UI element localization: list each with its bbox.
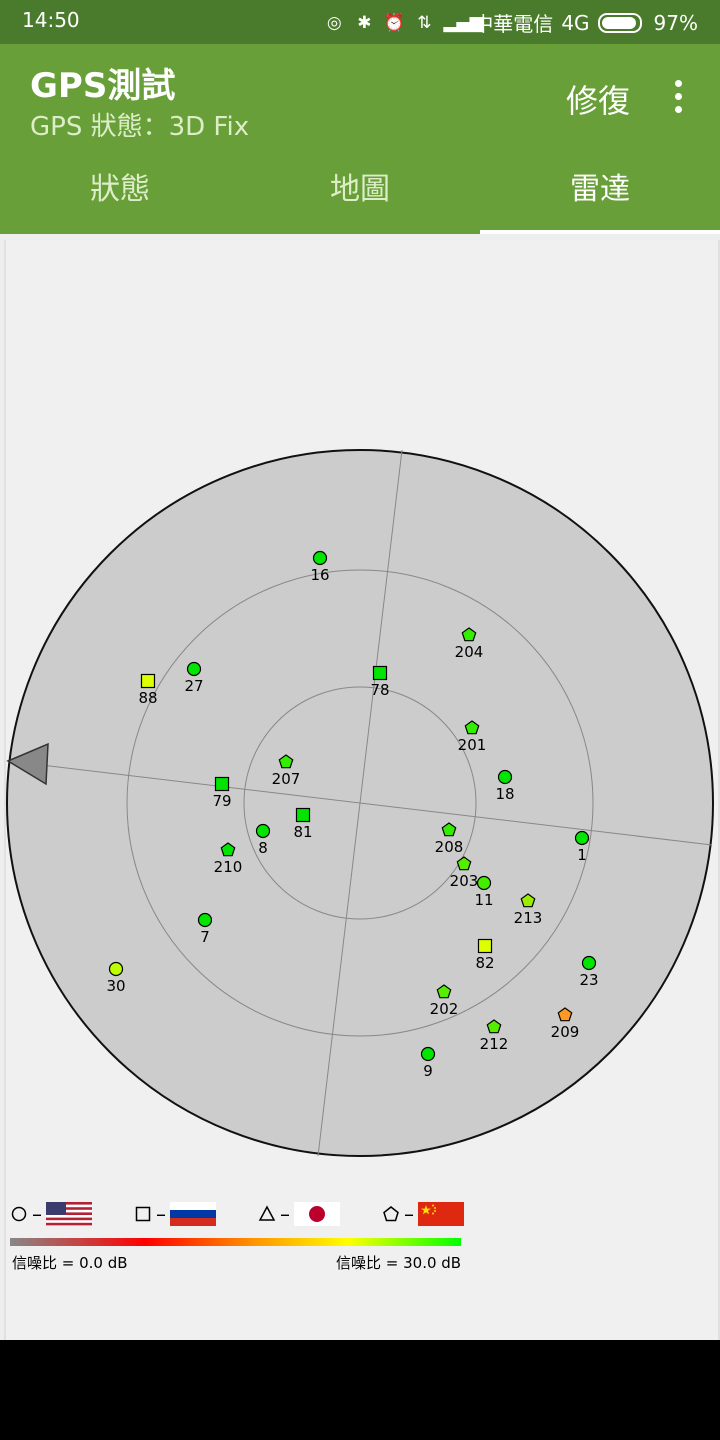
- snr-gradient-bar: [10, 1238, 461, 1246]
- satellite-marker: [295, 807, 311, 823]
- satellite-88: 88: [138, 673, 158, 707]
- satellite-label: 18: [495, 785, 514, 803]
- satellite-label: 213: [514, 909, 543, 927]
- satellite-label: 79: [212, 792, 231, 810]
- status-icons: ◎ ✱ ⏰ ⇅ ▂▄▆ 中華電信 4G 97%: [323, 8, 698, 37]
- satellite-79: 79: [212, 776, 232, 810]
- tab-map[interactable]: 地圖: [240, 146, 480, 234]
- signal-icon: ▂▄▆: [443, 12, 483, 33]
- satellite-81: 81: [293, 807, 313, 841]
- hotspot-icon: ◎: [326, 12, 342, 33]
- satellite-11: 11: [474, 875, 494, 909]
- satellite-marker: [197, 912, 213, 928]
- satellite-marker: [108, 961, 124, 977]
- app-bar: GPS測試 GPS 狀態：3D Fix 修復 狀態 地圖 雷達: [0, 44, 720, 234]
- satellite-30: 30: [106, 961, 126, 995]
- legend-dash: –: [404, 1202, 414, 1226]
- satellite-label: 8: [258, 839, 268, 857]
- app-title: GPS測試: [30, 66, 176, 106]
- satellite-23: 23: [579, 955, 599, 989]
- satellite-label: 11: [474, 891, 493, 909]
- satellite-label: 16: [310, 566, 329, 584]
- satellite-label: 7: [200, 928, 210, 946]
- satellite-marker: [477, 938, 493, 954]
- satellite-label: 207: [272, 770, 301, 788]
- gps-status-subtitle: GPS 狀態：3D Fix: [30, 112, 250, 142]
- tab-bar: 狀態 地圖 雷達: [0, 146, 720, 234]
- satellite-label: 212: [480, 1035, 509, 1053]
- japan-flag-icon: [294, 1202, 340, 1226]
- legend-glonass: –: [134, 1194, 216, 1234]
- status-bar: 14:50 ◎ ✱ ⏰ ⇅ ▂▄▆ 中華電信 4G 97%: [0, 0, 720, 44]
- satellite-82: 82: [475, 938, 495, 972]
- overflow-menu-icon[interactable]: [660, 74, 696, 118]
- status-time: 14:50: [22, 8, 80, 32]
- snr-max-label: 信噪比 = 30.0 dB: [336, 1254, 462, 1272]
- satellite-marker: [312, 550, 328, 566]
- legend-circle-icon: [11, 1206, 27, 1222]
- satellite-marker: [497, 769, 513, 785]
- sky-radar: 162042788 782012071879818 208 1210203112137…: [6, 449, 714, 1157]
- satellite-label: 202: [430, 1000, 459, 1018]
- snr-min-label: 信噪比 = 0.0 dB: [12, 1254, 128, 1272]
- tab-radar[interactable]: 雷達: [480, 146, 720, 234]
- legend: – – – –: [0, 1194, 720, 1234]
- network-type: 4G: [561, 10, 590, 35]
- satellite-marker: [574, 830, 590, 846]
- satellite-label: 209: [551, 1023, 580, 1041]
- satellite-label: 78: [370, 681, 389, 699]
- satellite-8: 8: [255, 823, 271, 857]
- satellite-marker: [255, 823, 271, 839]
- legend-pentagon-icon: [383, 1206, 399, 1222]
- battery-percent: 97%: [653, 10, 698, 35]
- satellite-marker: [581, 955, 597, 971]
- legend-dash: –: [156, 1202, 166, 1226]
- legend-beidou: –: [382, 1194, 464, 1234]
- legend-gps: –: [10, 1194, 92, 1234]
- china-flag-icon: [418, 1202, 464, 1226]
- satellite-marker: [140, 673, 156, 689]
- satellite-18: 18: [495, 769, 515, 803]
- satellite-label: 30: [106, 977, 125, 995]
- alarm-icon: ⏰: [383, 12, 405, 33]
- satellite-marker: [186, 661, 202, 677]
- satellite-label: 208: [435, 838, 464, 856]
- satellite-label: 81: [293, 823, 312, 841]
- legend-triangle-icon: [258, 1205, 276, 1221]
- satellite-label: 27: [184, 677, 203, 695]
- carrier-name: 中華電信: [473, 12, 554, 36]
- repair-button[interactable]: 修復: [566, 76, 630, 122]
- satellite-label: 1: [577, 846, 587, 864]
- satellite-9: 9: [420, 1046, 436, 1080]
- satellite-label: 82: [475, 954, 494, 972]
- satellite-marker: [214, 776, 230, 792]
- satellite-marker: [476, 875, 492, 891]
- battery-icon: [597, 12, 642, 33]
- satellite-label: 204: [455, 643, 484, 661]
- us-flag-icon: [46, 1202, 92, 1226]
- legend-dash: –: [280, 1202, 290, 1226]
- satellite-marker: [372, 665, 388, 681]
- satellite-27: 27: [184, 661, 204, 695]
- bluetooth-icon: ✱: [357, 12, 372, 33]
- satellite-label: 210: [214, 858, 243, 876]
- satellite-7: 7: [197, 912, 213, 946]
- data-transfer-icon: ⇅: [417, 12, 432, 33]
- satellite-marker: [420, 1046, 436, 1062]
- satellite-label: 201: [458, 736, 487, 754]
- satellite-label: 23: [579, 971, 598, 989]
- legend-qzss: –: [258, 1194, 340, 1234]
- satellite-16: 16: [310, 550, 330, 584]
- satellite-78: 78: [370, 665, 390, 699]
- legend-square-icon: [135, 1206, 151, 1222]
- system-nav-bar: [0, 1340, 720, 1440]
- satellite-1: 1: [574, 830, 590, 864]
- tab-status[interactable]: 狀態: [0, 146, 240, 234]
- satellite-label: 88: [138, 689, 157, 707]
- satellite-label: 9: [423, 1062, 433, 1080]
- russia-flag-icon: [170, 1202, 216, 1226]
- satellite-label: 203: [450, 872, 479, 890]
- radar-content: 16 204 27 88 78 201 207 18 79 81 8 208 1 210 203 11 213 7…: [0, 234, 720, 1340]
- legend-dash: –: [32, 1202, 42, 1226]
